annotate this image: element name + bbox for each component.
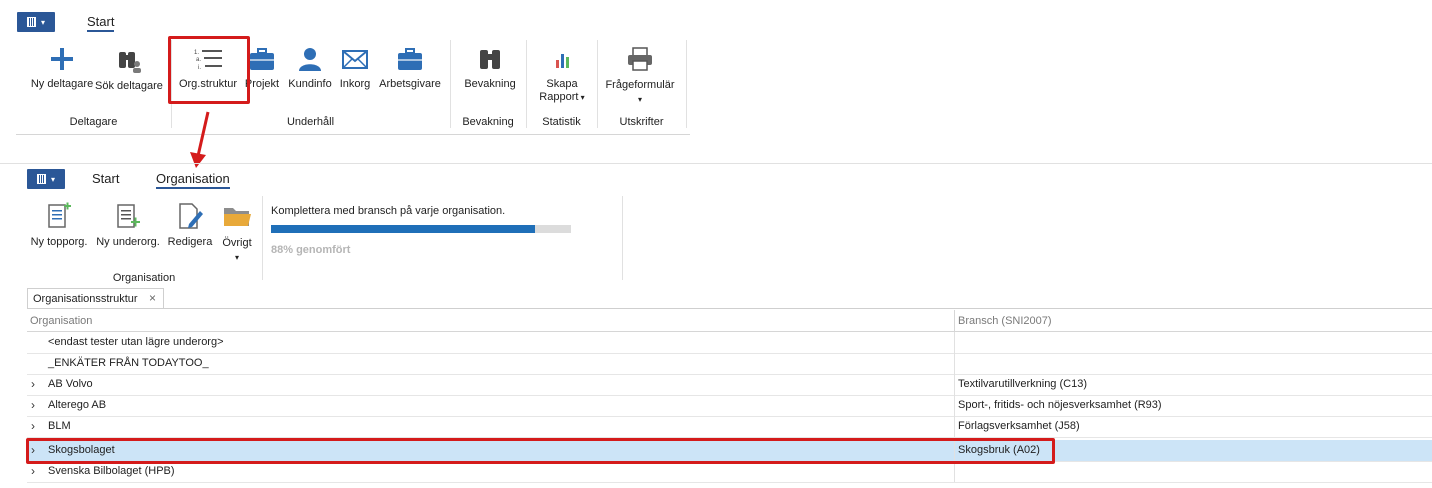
progress-message: Komplettera med bransch på varje organis… [271, 205, 506, 217]
document-icon [27, 17, 36, 27]
bevakning-button[interactable]: Bevakning [460, 46, 520, 90]
selected-row-highlight [26, 438, 1055, 464]
arbetsgivare-button[interactable]: Arbetsgivare [378, 46, 442, 90]
close-icon[interactable]: × [149, 291, 156, 305]
briefcase-icon [250, 48, 274, 70]
binoculars-icon [480, 50, 500, 69]
expand-chevron-icon[interactable]: › [31, 419, 35, 433]
expand-chevron-icon[interactable]: › [31, 464, 35, 478]
column-header-bransch[interactable]: Bransch (SNI2007) [958, 315, 1052, 327]
column-divider [954, 395, 955, 416]
chevron-down-icon: ▾ [41, 18, 46, 27]
document-tab[interactable]: Organisationsstruktur × [27, 288, 164, 309]
group-separator [262, 196, 263, 280]
group-label-utskrifter: Utskrifter [619, 116, 664, 128]
group-separator [450, 40, 451, 128]
organisation-cell: Svenska Bilbolaget (HPB) [48, 465, 175, 477]
column-header-organisation[interactable]: Organisation [30, 315, 92, 327]
person-icon [299, 48, 321, 71]
sok-deltagare-button[interactable]: Sök deltagare [94, 46, 164, 92]
group-label-organisation: Organisation [112, 272, 176, 284]
group-separator [526, 40, 527, 128]
frageformular-button[interactable]: Frågeformulär ▾ [603, 46, 677, 107]
ny-deltagare-button[interactable]: Ny deltagare [24, 46, 100, 90]
column-divider [954, 353, 955, 374]
document-tab-title: Organisationsstruktur [33, 293, 138, 305]
chevron-down-icon: ▾ [637, 95, 642, 104]
tab-start[interactable]: Start [87, 14, 115, 32]
new-document-icon [48, 202, 71, 228]
redigera-button[interactable]: Redigera [165, 202, 215, 248]
bransch-cell: Textilvarutillverkning (C13) [958, 378, 1087, 390]
organisation-cell: AB Volvo [48, 378, 93, 390]
bransch-cell: Förlagsverksamhet (J58) [958, 420, 1080, 432]
briefcase-icon [398, 48, 422, 70]
ny-underorg-button[interactable]: Ny underorg. [95, 202, 161, 248]
group-separator [686, 40, 687, 128]
edit-icon [179, 203, 203, 229]
table-row[interactable]: <endast tester utan lägre underorg> [27, 332, 1432, 354]
group-separator [622, 196, 623, 280]
organisation-cell: Alterego AB [48, 399, 107, 411]
bransch-cell: Sport-, fritids- och nöjesverksamhet (R9… [958, 399, 1162, 411]
tab-start[interactable]: Start [92, 171, 119, 186]
table-row[interactable]: _ENKÄTER FRÅN TODAYTOO_ [27, 353, 1432, 375]
document-tab-underline [27, 308, 1432, 309]
chevron-down-icon: ▾ [234, 253, 239, 262]
expand-chevron-icon[interactable]: › [31, 398, 35, 412]
envelope-icon [342, 50, 368, 69]
plus-icon [51, 48, 73, 70]
chevron-down-icon: ▾ [51, 175, 56, 184]
document-icon [37, 174, 46, 184]
organisation-cell: _ENKÄTER FRÅN TODAYTOO_ [48, 357, 209, 369]
column-divider [954, 332, 955, 353]
inkorg-button[interactable]: Inkorg [337, 46, 373, 90]
column-divider [954, 416, 955, 437]
organisation-cell: BLM [48, 420, 71, 432]
arrow-down-icon [190, 111, 210, 168]
binoculars-person-icon [119, 52, 141, 73]
table-row[interactable]: › BLM Förlagsverksamhet (J58) [27, 416, 1432, 438]
group-label-statistik: Statistik [542, 116, 581, 128]
group-separator [597, 40, 598, 128]
column-divider [954, 310, 955, 331]
tab-organisation[interactable]: Organisation [156, 171, 230, 189]
printer-icon [628, 47, 652, 71]
expand-chevron-icon[interactable]: › [31, 377, 35, 391]
top-ribbon: ▾ Start Ny deltagare Sök deltagare 1. a. i… [16, 0, 690, 135]
ovrigt-button[interactable]: Övrigt ▾ [217, 202, 257, 265]
app-menu-button[interactable]: ▾ [17, 12, 55, 32]
progress-bar [271, 225, 571, 233]
progress-bar-fill [271, 225, 535, 233]
progress-label: 88% genomfört [271, 244, 351, 256]
column-divider [954, 374, 955, 395]
group-label-deltagare: Deltagare [69, 116, 118, 128]
bottom-ribbon: ▾ Start Organisation Ny topporg. Ny unde… [0, 163, 1432, 288]
new-subdocument-icon [117, 204, 140, 228]
bar-chart-icon [556, 54, 569, 68]
app-menu-button[interactable]: ▾ [27, 169, 65, 189]
table-row[interactable]: › Alterego AB Sport-, fritids- och nöjes… [27, 395, 1432, 417]
table-row[interactable]: › Svenska Bilbolaget (HPB) [27, 461, 1432, 483]
table-row[interactable]: › AB Volvo Textilvarutillverkning (C13) [27, 374, 1432, 396]
org-struktur-highlight [168, 36, 250, 104]
folder-icon [224, 208, 251, 226]
column-divider [954, 461, 955, 482]
organisation-cell: <endast tester utan lägre underorg> [48, 336, 224, 348]
skapa-rapport-button[interactable]: Skapa Rapport ▾ [532, 46, 592, 104]
group-label-bevakning: Bevakning [462, 116, 514, 128]
chevron-down-icon: ▾ [578, 93, 585, 102]
grid-header: Organisation Bransch (SNI2007) [27, 310, 1432, 332]
kundinfo-button[interactable]: Kundinfo [287, 46, 333, 90]
ny-topporg-button[interactable]: Ny topporg. [28, 202, 90, 248]
